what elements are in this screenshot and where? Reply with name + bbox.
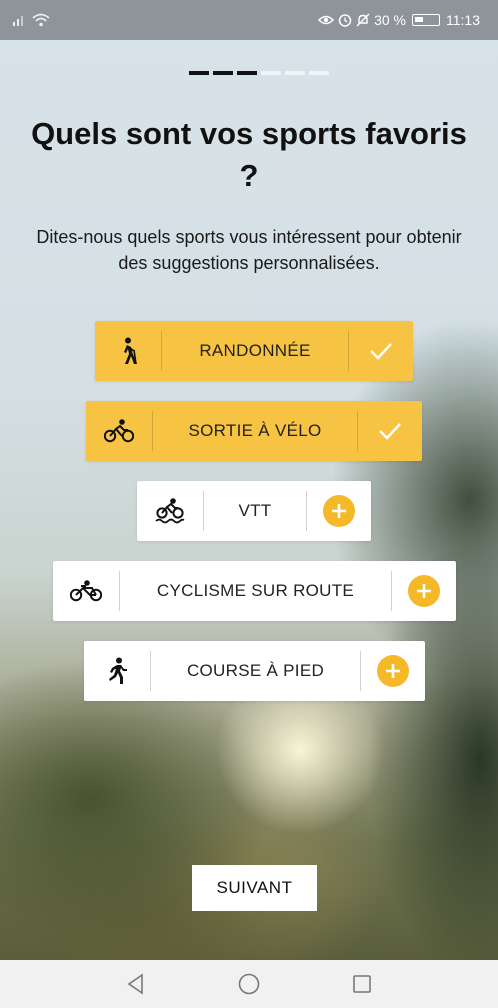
bicycle-ride-icon [86,401,152,461]
eye-icon [318,15,335,25]
alarm-icon [338,14,352,27]
add-sport-button[interactable] [392,561,456,621]
sport-label: COURSE À PIED [186,661,325,680]
add-sport-button[interactable] [307,481,371,541]
page-title: Quels sont vos sports favoris ? [31,116,467,193]
checkmark-icon [358,401,422,461]
wifi-icon [32,13,50,27]
system-navigation-bar [0,960,498,1008]
back-icon[interactable] [125,973,147,995]
progress-step [309,71,329,75]
sport-option-cyclisme-sur-route[interactable]: CYCLISME SUR ROUTE [53,561,456,621]
signal-icon [13,16,23,26]
sport-option-course-a-pied[interactable]: COURSE À PIED [84,641,425,701]
road-bike-icon [53,561,119,621]
notifications-off-icon [356,13,370,27]
app-screen: 30 % 11:13 Quels sont vos sports favoris… [0,0,498,1008]
progress-step [213,71,233,75]
sport-option-randonnee[interactable]: RANDONNÉE [95,321,413,381]
clock: 11:13 [446,12,480,28]
plus-icon [408,575,440,607]
progress-step [285,71,305,75]
sport-label: CYCLISME SUR ROUTE [156,581,355,600]
checkmark-icon [349,321,413,381]
progress-step [261,71,281,75]
status-bar: 30 % 11:13 [0,0,498,40]
add-sport-button[interactable] [361,641,425,701]
progress-indicator [189,71,329,75]
progress-step [189,71,209,75]
hiking-icon [95,321,161,381]
sport-option-vtt[interactable]: VTT [137,481,371,541]
sport-label: RANDONNÉE [199,341,311,360]
page-subtitle: Dites-nous quels sports vous intéressent… [36,227,462,273]
status-right: 30 % 11:13 [318,12,480,28]
sport-option-sortie-a-velo[interactable]: SORTIE À VÉLO [86,401,422,461]
status-left [12,13,50,27]
plus-icon [323,495,355,527]
next-button[interactable]: SUIVANT [192,865,317,911]
battery-percent: 30 % [374,12,406,28]
plus-icon [377,655,409,687]
sport-label: SORTIE À VÉLO [188,421,322,440]
sport-label: VTT [238,501,272,520]
recent-apps-icon[interactable] [351,973,373,995]
battery-icon [412,14,440,26]
home-icon[interactable] [237,972,261,996]
mountain-bike-icon [137,481,203,541]
progress-step [237,71,257,75]
running-icon [84,641,150,701]
